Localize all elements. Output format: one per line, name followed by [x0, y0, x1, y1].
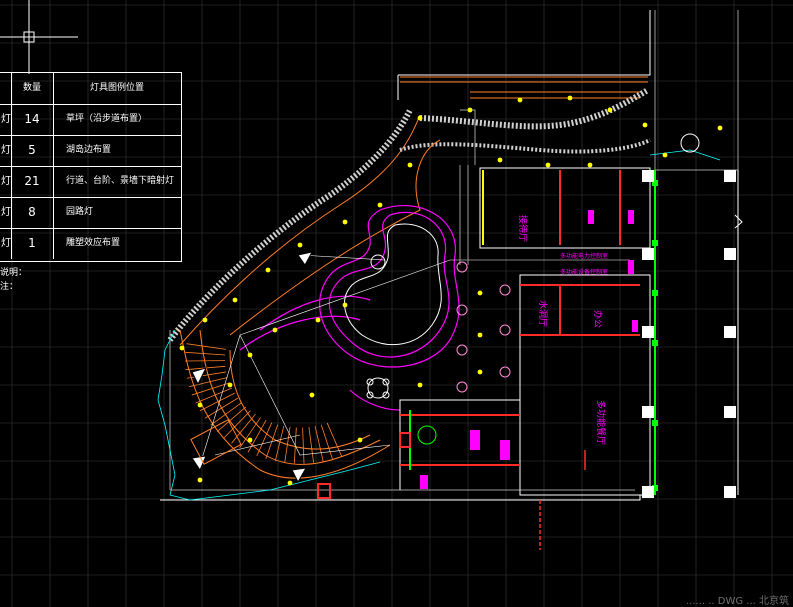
- light-fixture: [265, 267, 271, 273]
- magenta-fixtures: [420, 210, 638, 489]
- light-fixture: [197, 477, 203, 483]
- light-fixture: [342, 302, 348, 308]
- light-fixture: [247, 437, 253, 443]
- light-fixture: [517, 97, 523, 103]
- step-line: [185, 351, 226, 356]
- entrance-marker: [317, 483, 331, 499]
- light-fixture: [717, 125, 723, 131]
- light-fixture: [309, 392, 315, 398]
- light-fixture: [357, 437, 363, 443]
- cad-viewport[interactable]: 数量 灯具图例位置 灯 14 草坪（沿步道布置） 灯 5 湖岛边布置 灯 21 …: [0, 0, 793, 607]
- step-line: [314, 426, 324, 462]
- light-fixture: [407, 162, 413, 168]
- light-fixture: [587, 162, 593, 168]
- light-fixture: [315, 317, 321, 323]
- light-fixture: [202, 317, 208, 323]
- building-walls-green: [409, 170, 656, 495]
- pond: [239, 205, 460, 411]
- light-fixture: [497, 157, 503, 163]
- terrace-step-lines: [185, 343, 343, 464]
- light-fixture: [232, 297, 238, 303]
- watermark: ...... .. DWG ... 北京筑: [685, 596, 789, 607]
- room-label: 接待厅: [517, 215, 529, 242]
- crosshair-cursor: [0, 0, 78, 74]
- pond-inner: [344, 223, 442, 346]
- light-fixture: [545, 162, 551, 168]
- room-label: 多功能设备控制室: [560, 268, 608, 276]
- light-fixture: [179, 345, 185, 351]
- step-line: [320, 424, 333, 460]
- light-fixture: [297, 242, 303, 248]
- light-fixture: [607, 107, 613, 113]
- perimeter-path: [167, 87, 651, 346]
- top-fence: [400, 76, 648, 99]
- light-fixture: [417, 115, 423, 121]
- room-label: 水洞厅: [537, 300, 549, 327]
- light-fixture: [227, 382, 233, 388]
- site-plan-drawing: 接待厅 办公 水洞厅 多功能餐厅 多功能电力控制室 多功能设备控制室: [157, 10, 743, 550]
- sight-lines: [199, 254, 630, 466]
- terrace-steps: [179, 329, 391, 479]
- light-fixture: [477, 369, 483, 375]
- light-fixtures: [179, 95, 723, 486]
- light-fixture: [417, 382, 423, 388]
- step-line: [302, 427, 305, 464]
- pink-circles: [456, 261, 511, 393]
- light-fixture: [567, 95, 573, 101]
- room-labels: 接待厅 办公 水洞厅 多功能餐厅 多功能电力控制室 多功能设备控制室: [517, 215, 608, 445]
- light-fixture: [477, 290, 483, 296]
- step-line: [186, 343, 226, 350]
- step-line: [308, 426, 315, 463]
- building-right-line: [734, 170, 743, 495]
- light-fixture: [287, 480, 293, 486]
- corridor-gray: [459, 109, 476, 265]
- light-fixture: [642, 122, 648, 128]
- room-label: 多功能餐厅: [595, 400, 607, 445]
- room-label: 多功能电力控制室: [560, 252, 608, 260]
- entrance-marker: [399, 432, 411, 448]
- room-label: 办公: [592, 310, 604, 328]
- light-fixture: [662, 152, 668, 158]
- light-fixture: [247, 352, 253, 358]
- step-line: [210, 402, 242, 426]
- light-fixture: [272, 327, 278, 333]
- light-fixture: [197, 402, 203, 408]
- light-fixture: [342, 219, 348, 225]
- step-line: [274, 425, 285, 462]
- light-fixture: [477, 332, 483, 338]
- light-fixture: [467, 107, 473, 113]
- light-fixture: [377, 202, 383, 208]
- white-columns: [642, 170, 736, 498]
- step-line: [204, 397, 239, 419]
